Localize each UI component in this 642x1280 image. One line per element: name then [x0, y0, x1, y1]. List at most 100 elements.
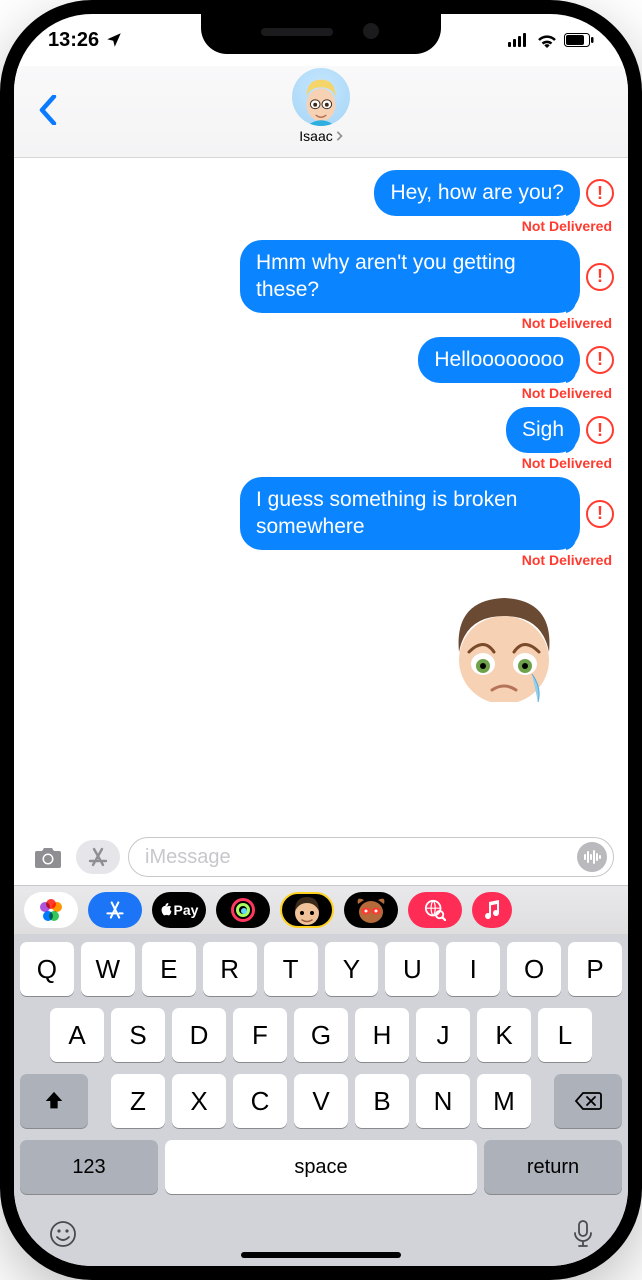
key-o[interactable]: O [507, 942, 561, 996]
apps-button[interactable] [76, 840, 120, 874]
mic-icon [572, 1219, 594, 1249]
screen: 13:26 [14, 14, 628, 1266]
space-key[interactable]: space [165, 1140, 477, 1194]
key-m[interactable]: M [477, 1074, 531, 1128]
message-text: Helloooooooo [434, 348, 564, 371]
app-find[interactable] [408, 892, 462, 928]
key-k[interactable]: K [477, 1008, 531, 1062]
key-g[interactable]: G [294, 1008, 348, 1062]
emoji-icon [48, 1219, 78, 1249]
apple-logo-icon [160, 903, 172, 917]
key-v[interactable]: V [294, 1074, 348, 1128]
delivery-error-icon[interactable]: ! [586, 346, 614, 374]
message-thread[interactable]: Hey, how are you? ! Not Delivered Hmm wh… [14, 158, 628, 831]
location-icon [105, 31, 123, 49]
key-w[interactable]: W [81, 942, 135, 996]
app-apple-pay[interactable]: Pay [152, 892, 206, 928]
app-music[interactable] [472, 892, 512, 928]
message-bubble[interactable]: Hmm why aren't you getting these? [240, 240, 580, 313]
return-key[interactable]: return [484, 1140, 622, 1194]
key-e[interactable]: E [142, 942, 196, 996]
keyboard-row: ZXCVBNM [20, 1074, 622, 1128]
globe-search-icon [424, 899, 446, 921]
key-c[interactable]: C [233, 1074, 287, 1128]
key-z[interactable]: Z [111, 1074, 165, 1128]
key-j[interactable]: J [416, 1008, 470, 1062]
shift-icon [43, 1090, 65, 1112]
message-bubble[interactable]: Hey, how are you? [374, 170, 580, 216]
message-bubble[interactable]: I guess something is broken somewhere [240, 477, 580, 550]
activity-rings-icon [231, 898, 255, 922]
emoji-key[interactable] [48, 1219, 78, 1249]
key-p[interactable]: P [568, 942, 622, 996]
home-indicator[interactable] [241, 1252, 401, 1258]
delivery-error-icon[interactable]: ! [586, 500, 614, 528]
backspace-icon [574, 1091, 602, 1111]
message-row: Hmm why aren't you getting these? ! [28, 240, 614, 313]
delivery-error-icon[interactable]: ! [586, 263, 614, 291]
backspace-key[interactable] [554, 1074, 622, 1128]
animoji-icon [354, 896, 388, 924]
message-row: Hey, how are you? ! [28, 170, 614, 216]
chat-header: Isaac [14, 66, 628, 158]
numbers-key[interactable]: 123 [20, 1140, 158, 1194]
not-delivered-label: Not Delivered [28, 218, 612, 234]
key-l[interactable]: L [538, 1008, 592, 1062]
contact-name: Isaac [299, 128, 332, 144]
message-text: Sigh [522, 418, 564, 441]
app-photos[interactable] [24, 892, 78, 928]
key-t[interactable]: T [264, 942, 318, 996]
key-x[interactable]: X [172, 1074, 226, 1128]
cellular-icon [508, 33, 530, 47]
memoji-icon [288, 895, 326, 925]
message-bubble[interactable]: Helloooooooo [418, 337, 580, 383]
key-n[interactable]: N [416, 1074, 470, 1128]
key-h[interactable]: H [355, 1008, 409, 1062]
key-a[interactable]: A [50, 1008, 104, 1062]
key-b[interactable]: B [355, 1074, 409, 1128]
key-r[interactable]: R [203, 942, 257, 996]
camera-button[interactable] [28, 837, 68, 877]
sticker-row [28, 582, 614, 702]
contact-avatar [292, 68, 350, 126]
app-store-icon [104, 899, 126, 921]
message-text: Hmm why aren't you getting these? [256, 251, 516, 300]
key-y[interactable]: Y [325, 942, 379, 996]
back-button[interactable] [28, 90, 68, 130]
app-activity[interactable] [216, 892, 270, 928]
delivery-error-icon[interactable]: ! [586, 416, 614, 444]
message-placeholder: iMessage [145, 846, 577, 869]
not-delivered-label: Not Delivered [28, 315, 612, 331]
message-bubble[interactable]: Sigh [506, 407, 580, 453]
dictation-button[interactable] [577, 842, 607, 872]
key-i[interactable]: I [446, 942, 500, 996]
photos-icon [40, 899, 62, 921]
not-delivered-label: Not Delivered [28, 385, 612, 401]
waveform-icon [583, 850, 601, 864]
key-u[interactable]: U [385, 942, 439, 996]
message-input[interactable]: iMessage [128, 837, 614, 877]
app-animoji[interactable] [344, 892, 398, 928]
dictation-key[interactable] [572, 1219, 594, 1249]
chevron-left-icon [39, 95, 57, 125]
app-store[interactable] [88, 892, 142, 928]
status-time: 13:26 [48, 29, 99, 52]
app-memoji[interactable] [280, 892, 334, 928]
message-text: Hey, how are you? [390, 181, 564, 204]
memoji-sticker[interactable] [434, 582, 574, 702]
not-delivered-label: Not Delivered [28, 455, 612, 471]
message-row: I guess something is broken somewhere ! [28, 477, 614, 550]
shift-key[interactable] [20, 1074, 88, 1128]
music-icon [483, 900, 501, 920]
contact[interactable]: Isaac [292, 68, 350, 146]
keyboard-row: 123 space return [20, 1140, 622, 1194]
device-frame: 13:26 [0, 0, 642, 1280]
key-f[interactable]: F [233, 1008, 287, 1062]
apple-pay-label: Pay [174, 902, 199, 918]
delivery-error-icon[interactable]: ! [586, 179, 614, 207]
key-s[interactable]: S [111, 1008, 165, 1062]
keyboard: QWERTYUIOP ASDFGHJKL ZXCVBNM 123 space r… [14, 934, 628, 1266]
key-q[interactable]: Q [20, 942, 74, 996]
key-d[interactable]: D [172, 1008, 226, 1062]
status-time-group: 13:26 [48, 29, 123, 52]
